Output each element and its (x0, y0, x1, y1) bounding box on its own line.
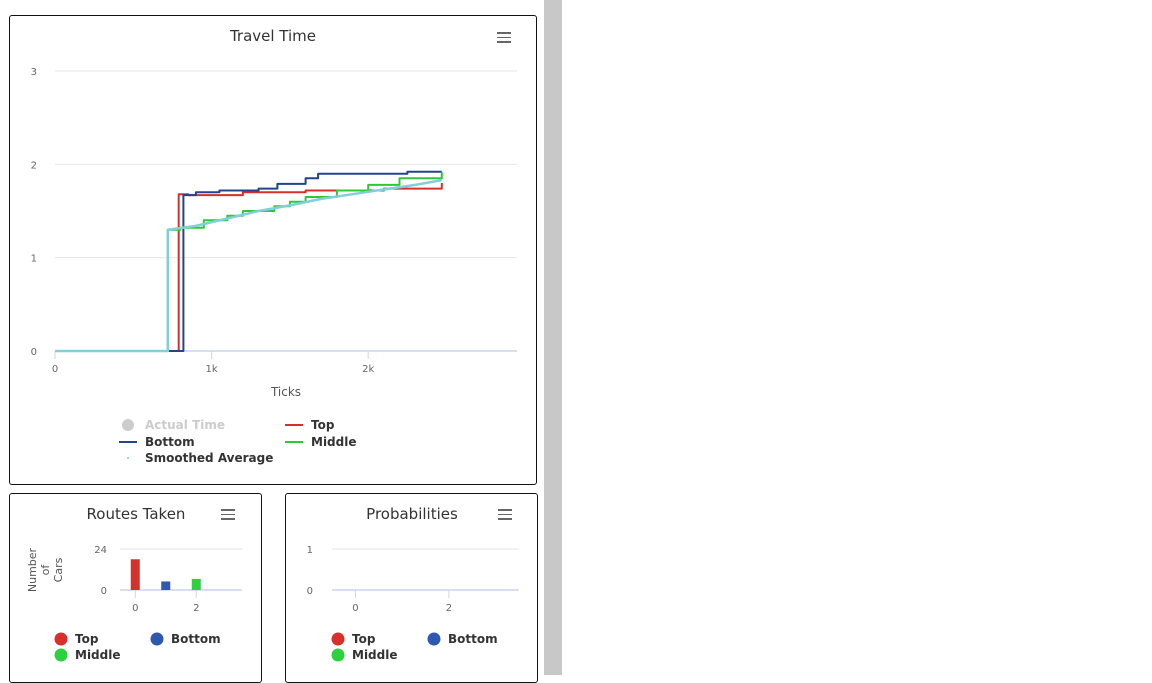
pane-splitter[interactable] (544, 0, 562, 675)
routes-taken-chart-panel: Routes Taken 0 24 0 2 Number of Cars Top Bottom Mi… (9, 493, 262, 683)
pr-y-tick-label: 0 (307, 586, 313, 597)
x-axis-title: Ticks (270, 385, 301, 399)
tt-legend-label: Middle (311, 435, 357, 449)
tt-legend-label: Smoothed Average (145, 451, 273, 465)
rt-x-tick-label: 2 (193, 603, 199, 614)
tt-y-tick-label: 2 (31, 160, 37, 171)
tt-legend-symbol (122, 419, 134, 431)
tt-y-tick-label: 3 (31, 67, 37, 78)
pr-legend-symbol (427, 632, 441, 646)
rt-legend-symbol (150, 632, 164, 646)
tt-x-tick-label: 1k (206, 364, 218, 375)
probabilities-chart-panel: Probabilities 0 1 0 2 Top Bottom Middle (285, 493, 538, 683)
series-line-middle (55, 171, 443, 352)
tt-y-tick-label: 0 (31, 347, 37, 358)
pr-legend-label: Top (352, 632, 376, 646)
rt-legend-label: Bottom (171, 632, 221, 646)
probabilities-chart: Probabilities 0 1 0 2 Top Bottom Middle (307, 505, 519, 662)
series-line-bottom (55, 170, 442, 352)
bar-middle (191, 578, 201, 590)
y-axis-title-word: Number (26, 547, 39, 592)
pr-x-tick-label: 2 (446, 603, 452, 614)
tt-y-tick-label: 1 (31, 254, 37, 265)
pr-legend-label: Bottom (448, 632, 498, 646)
bar-top (130, 559, 140, 590)
rt-y-tick-label: 0 (101, 586, 107, 597)
probabilities-menu-icon[interactable] (498, 509, 512, 520)
y-axis-title-word: Cars (52, 557, 65, 582)
travel-time-menu-icon[interactable] (497, 32, 511, 43)
series-line-smoothed-average (55, 178, 443, 353)
pr-legend-label: Middle (352, 648, 398, 662)
series-line-top (55, 183, 443, 352)
rt-x-tick-label: 0 (132, 603, 138, 614)
tt-legend-symbol (127, 457, 129, 459)
pr-legend-symbol (331, 632, 345, 646)
tt-x-tick-label: 2k (362, 364, 374, 375)
rt-legend-label: Middle (75, 648, 121, 662)
chart-title: Travel Time (229, 27, 316, 45)
y-axis-title-word: of (39, 564, 52, 576)
pr-legend-symbol (331, 648, 345, 662)
travel-time-chart-panel: Travel Time 0 1 2 3 0 1k 2k Ticks Actual Time Top B… (9, 15, 537, 485)
tt-legend-label: Actual Time (145, 418, 225, 432)
bar-bottom (161, 581, 171, 590)
rt-legend-label: Top (75, 632, 99, 646)
tt-legend-label: Bottom (145, 435, 195, 449)
tt-x-tick-label: 0 (52, 364, 58, 375)
chart-title: Routes Taken (87, 505, 186, 523)
rt-legend-symbol (54, 648, 68, 662)
pr-y-tick-label: 1 (307, 545, 313, 556)
pr-x-tick-label: 0 (352, 603, 358, 614)
routes-taken-menu-icon[interactable] (221, 509, 235, 520)
chart-title: Probabilities (366, 505, 458, 523)
rt-legend-symbol (54, 632, 68, 646)
rt-y-tick-label: 24 (94, 545, 107, 556)
tt-legend-label: Top (311, 418, 335, 432)
travel-time-chart: Travel Time 0 1 2 3 0 1k 2k Ticks Actual Time Top B… (31, 27, 517, 465)
routes-taken-chart: Routes Taken 0 24 0 2 Number of Cars Top Bottom Mi… (26, 505, 242, 662)
